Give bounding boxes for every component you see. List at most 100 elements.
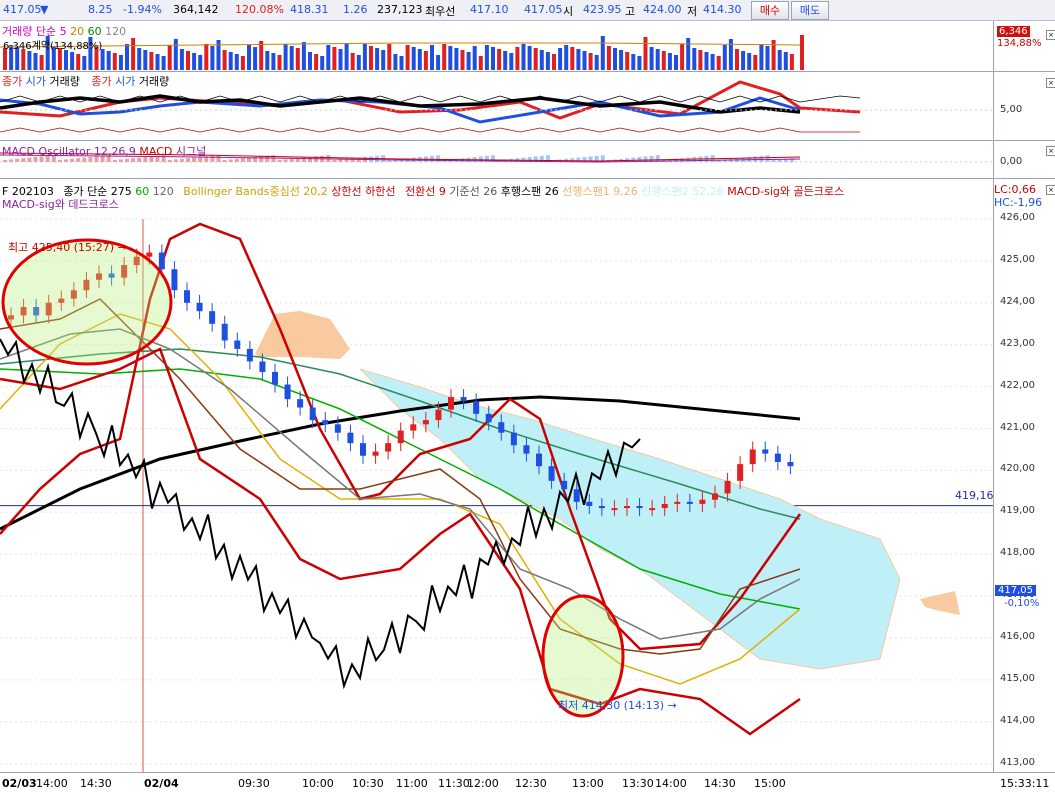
volume-bar xyxy=(210,46,215,70)
panel-close-icon[interactable]: × xyxy=(1046,146,1055,156)
candle-body xyxy=(397,430,404,444)
macd-histogram-bar xyxy=(259,156,264,162)
legend-lagging: 후행스팬 26 xyxy=(500,185,559,198)
volume-bar xyxy=(558,48,563,70)
volume-bar xyxy=(674,55,678,70)
candle-body xyxy=(611,508,618,511)
candle-body xyxy=(297,399,304,408)
macd-histogram-bar xyxy=(283,159,288,162)
open-label: 시 xyxy=(563,5,574,18)
volume-bar xyxy=(527,46,532,70)
candle-body xyxy=(309,407,316,421)
volume-bar xyxy=(655,49,660,70)
volume-bar xyxy=(362,44,367,70)
panel-close-icon[interactable]: × xyxy=(1046,30,1055,40)
volume-bar xyxy=(192,53,197,70)
panel-close-icon[interactable]: × xyxy=(1046,185,1055,195)
macd-histogram-bar xyxy=(228,159,233,162)
volume-bar xyxy=(509,53,514,70)
volume-bar xyxy=(460,50,465,70)
volume-bar xyxy=(417,49,422,70)
lc-value: LC:0,66 xyxy=(994,183,1037,196)
macd-histogram-bar xyxy=(125,158,129,162)
legend-bb-lower: 하한선 xyxy=(365,185,396,198)
volume-bar xyxy=(381,50,386,70)
candle-body xyxy=(171,269,178,291)
time-axis-tick: 14:00 xyxy=(655,777,687,790)
volume-bar xyxy=(143,50,148,70)
volume-bar xyxy=(259,41,264,70)
sell-button[interactable]: 매도 xyxy=(791,1,829,20)
candle-body xyxy=(510,432,517,446)
price-axis-tick: 423,00 xyxy=(1000,337,1035,349)
candle-body xyxy=(435,409,442,421)
volume-bar xyxy=(399,56,404,70)
ticker-open-interest: 237,123 xyxy=(377,3,423,16)
panel-close-icon[interactable]: × xyxy=(1046,78,1055,88)
volume-bar xyxy=(247,45,251,70)
candle-body xyxy=(649,508,656,511)
ticker-bar: 417.05 ▼ 8.25 -1.94% 364,142 120.08% 418… xyxy=(0,0,1055,21)
candle-body xyxy=(360,443,366,456)
volume-bar xyxy=(698,50,703,70)
volume-bar xyxy=(430,45,434,70)
macd-histogram-bar xyxy=(338,159,343,162)
price-axis-tick: 426,00 xyxy=(1000,212,1035,223)
volume-bar xyxy=(466,52,471,70)
volume-bar xyxy=(436,55,441,70)
time-axis-tick: 12:30 xyxy=(515,777,547,790)
volume-bar xyxy=(198,55,203,70)
ticker-price: 417.05 xyxy=(3,3,42,16)
candle-body xyxy=(586,501,593,507)
macd-histogram-bar xyxy=(118,159,123,162)
macd-histogram-bar xyxy=(70,158,75,162)
candle-body xyxy=(234,340,241,349)
candle-body xyxy=(598,506,605,509)
time-axis-tick: 14:00 xyxy=(36,777,68,790)
legend-dead-cross: MACD-sig와 데드크로스 xyxy=(2,198,119,211)
time-axis-tick: 10:30 xyxy=(352,777,384,790)
volume-bar xyxy=(277,55,282,70)
open-value: 423.95 xyxy=(583,3,622,16)
legend-bb: Bollinger Bands중심선 20,2 xyxy=(183,185,328,198)
volume-bar xyxy=(570,47,575,70)
legend-close-2: 종가 xyxy=(91,75,112,88)
highlight-ellipse xyxy=(1,238,173,366)
volume-bar xyxy=(332,47,337,70)
volume-bar xyxy=(722,45,727,70)
macd-histogram-bar xyxy=(57,160,62,162)
volume-bar xyxy=(777,50,782,70)
last-price-badge: 417,05 xyxy=(995,585,1036,596)
macd-histogram-bar xyxy=(680,158,685,162)
volume-bar xyxy=(783,52,788,70)
buy-button[interactable]: 매수 xyxy=(751,1,789,20)
time-axis-tick: 11:00 xyxy=(396,777,428,790)
candle-body xyxy=(158,252,165,270)
macd-histogram-bar xyxy=(179,158,184,162)
volume-bar xyxy=(472,46,477,70)
legend-golden-cross: MACD-sig와 골든크로스 xyxy=(727,185,845,198)
volume-bar xyxy=(387,44,392,70)
volume-bar xyxy=(179,49,184,70)
price-axis-tick: 424,00 xyxy=(1000,295,1035,307)
volume-bar xyxy=(344,43,349,70)
volume-bar xyxy=(411,47,416,70)
candle-body xyxy=(485,413,492,423)
price-axis-tick: 416,00 xyxy=(1000,631,1035,642)
macd-histogram-bar xyxy=(216,155,221,162)
time-axis-tick: 14:30 xyxy=(80,777,112,790)
volume-bar xyxy=(222,50,227,70)
volume-bar xyxy=(564,45,569,70)
ticker-volume: 364,142 xyxy=(173,3,219,16)
macd-histogram-bar xyxy=(64,159,68,162)
macd-histogram-bar xyxy=(686,157,691,162)
candle-body xyxy=(724,480,731,494)
volume-bar xyxy=(167,45,172,70)
ichimoku-cloud xyxy=(255,311,350,359)
time-axis-tick: 02/04 xyxy=(144,777,179,790)
legend-bb-upper: 상한선 xyxy=(331,185,362,198)
legend-volume-p4: 120 xyxy=(105,25,127,38)
volume-bar xyxy=(301,42,306,70)
volume-bar xyxy=(582,51,587,70)
volume-bar xyxy=(64,50,68,70)
